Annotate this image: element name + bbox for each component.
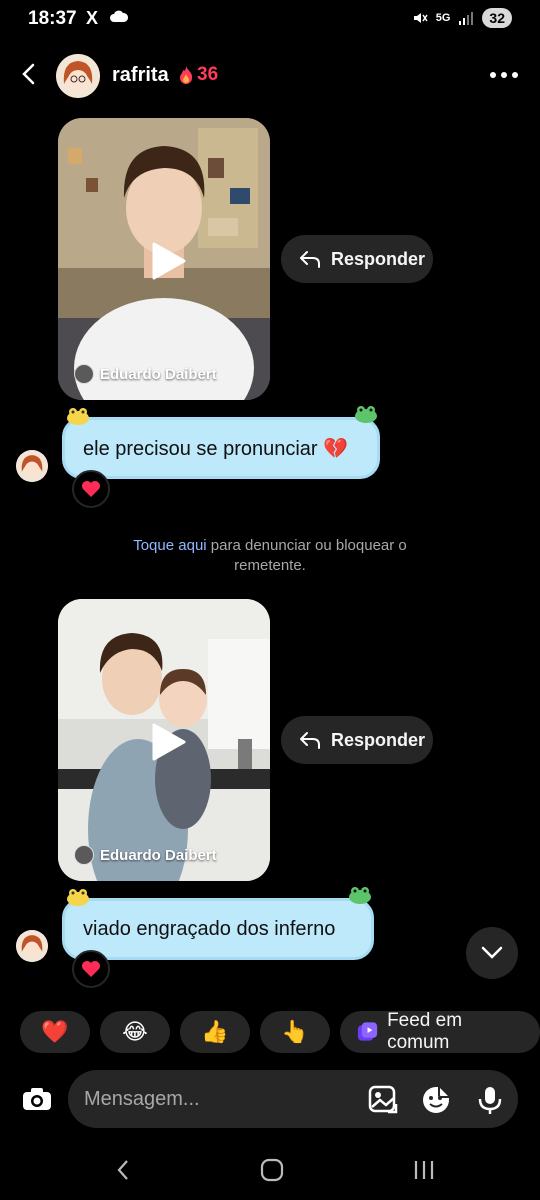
video-credit: Eduardo Daibert [74,364,217,384]
reply-arrow-icon [300,732,320,749]
system-nav-bar [0,1140,540,1200]
creator-name: Eduardo Daibert [100,365,217,383]
chat-header: rafrita 36 [0,48,540,104]
more-options-icon[interactable] [490,72,518,78]
sticker-icon[interactable] [421,1085,451,1115]
reply-label: Responder [331,729,426,750]
sender-avatar[interactable] [16,930,48,962]
signal-icon [459,12,474,25]
sticker-decoration-icon [67,889,89,906]
mute-icon [413,13,428,23]
chat-username[interactable]: rafrita [112,64,169,87]
cloud-icon [110,10,128,22]
reply-arrow-icon [300,251,320,268]
quick-reaction-heart[interactable]: ❤️ [20,1011,90,1053]
shared-video-1[interactable]: Eduardo Daibert [58,118,270,400]
sender-avatar[interactable] [16,450,48,482]
video-credit: Eduardo Daibert [74,845,217,865]
shared-feed-icon [357,1022,378,1041]
reply-button[interactable]: Responder [281,235,433,283]
report-notice: Toque aqui para denunciar ou bloquear o … [0,536,540,576]
nav-back-icon[interactable] [112,1158,136,1182]
feed-em-comum-button[interactable]: Feed em comum [340,1010,540,1053]
play-icon[interactable] [150,242,186,280]
gallery-icon[interactable] [368,1085,398,1115]
network-type: 5G [435,12,451,24]
notice-text: para denunciar ou bloquear o [206,537,407,554]
reply-button[interactable]: Responder [281,716,433,764]
creator-avatar [74,364,94,384]
streak-count: 36 [197,64,219,85]
quick-reaction-point-up[interactable]: 👆 [260,1011,330,1053]
creator-name: Eduardo Daibert [100,846,217,864]
frog-sticker-icon [355,406,377,423]
status-bar: 18:37 X 5G 32 [0,0,540,40]
heart-reaction-icon[interactable] [72,470,110,508]
status-time: 18:37 [28,8,77,29]
camera-button[interactable] [14,1076,60,1122]
quick-reactions-bar: ❤️ 😂 👍 👆 Feed em comum [20,1010,540,1053]
flame-icon [180,66,193,84]
battery-indicator: 32 [482,8,512,28]
play-icon[interactable] [150,723,186,761]
message-bubble[interactable]: ele precisou se pronunciar 💔 [62,417,380,479]
scroll-to-bottom-button[interactable] [466,927,518,979]
microphone-icon[interactable] [475,1085,505,1115]
quick-reaction-thumbs-up[interactable]: 👍 [180,1011,250,1053]
status-icons: 5G 32 [412,8,512,28]
frog-sticker-icon [349,887,371,904]
chevron-down-icon [481,946,503,959]
nav-home-icon[interactable] [260,1158,284,1182]
x-app-icon: X [86,8,99,28]
camera-icon [23,1088,51,1110]
sticker-decoration-icon [67,408,89,425]
heart-reaction-icon[interactable] [72,950,110,988]
avatar[interactable] [56,54,100,98]
back-arrow-icon[interactable] [18,62,42,86]
streak-badge: 36 [178,64,218,86]
report-link[interactable]: Toque aqui [133,537,206,554]
message-text: viado engraçado dos inferno [83,917,336,940]
message-composer [0,1070,540,1128]
feed-chip-label: Feed em comum [387,1010,463,1053]
shared-video-2[interactable]: Eduardo Daibert [58,599,270,881]
quick-reaction-laugh[interactable]: 😂 [100,1011,170,1053]
reply-label: Responder [331,248,426,269]
message-text: ele precisou se pronunciar 💔 [83,437,349,460]
creator-avatar [74,845,94,865]
nav-recents-icon[interactable] [412,1158,436,1182]
notice-text-2: remetente. [234,557,306,574]
message-bubble[interactable]: viado engraçado dos inferno [62,898,374,960]
